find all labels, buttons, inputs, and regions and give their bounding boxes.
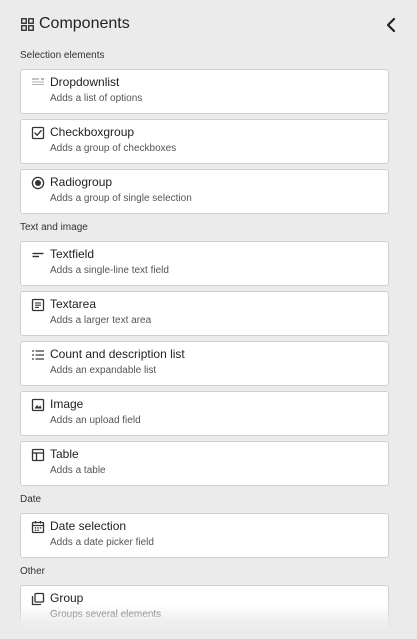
component-description: Adds a table <box>50 465 106 476</box>
dropdown-list-icon <box>31 75 45 89</box>
component-label: Image <box>50 397 84 411</box>
radio-icon <box>31 176 45 190</box>
components-panel: Components Selection elements Dropdownlis… <box>0 0 417 639</box>
component-description: Adds a group of checkboxes <box>50 143 177 154</box>
component-label: Textarea <box>50 297 97 311</box>
component-card-image[interactable]: Image Adds an upload field <box>20 391 389 436</box>
textarea-icon <box>31 298 45 312</box>
component-label: Group <box>50 591 84 605</box>
component-card-textarea[interactable]: Textarea Adds a larger text area <box>20 291 389 336</box>
component-card-radiogroup[interactable]: Radiogroup Adds a group of single selecti… <box>20 169 389 214</box>
component-description: Adds an upload field <box>50 415 141 426</box>
component-card-group[interactable]: Group Groups several elements <box>20 585 389 630</box>
section-title: Selection elements <box>20 50 105 61</box>
component-description: Adds a larger text area <box>50 315 152 326</box>
component-description: Groups several elements <box>50 609 162 620</box>
component-label: Textfield <box>50 247 95 261</box>
component-label: Count and description list <box>50 347 185 361</box>
component-description: Adds a group of single selection <box>50 193 192 204</box>
chevron-left-icon[interactable] <box>380 14 402 36</box>
component-label: Checkboxgroup <box>50 125 135 139</box>
component-card-count-and-description-list[interactable]: Count and description list Adds an expand… <box>20 341 389 386</box>
component-description: Adds a date picker field <box>50 537 154 548</box>
panel-title: Components <box>39 15 130 32</box>
section-title: Other <box>20 566 46 577</box>
component-label: Dropdownlist <box>50 75 120 89</box>
table-icon <box>31 448 45 462</box>
grid-icon <box>21 18 34 31</box>
component-list: Selection elements Dropdownlist Adds a lis… <box>20 48 389 630</box>
list-icon <box>31 348 45 362</box>
section-title: Date <box>20 494 42 505</box>
component-card-date-selection[interactable]: Date selection Adds a date picker field <box>20 513 389 558</box>
textfield-icon <box>31 248 45 262</box>
component-card-table[interactable]: Table Adds a table <box>20 441 389 486</box>
checkbox-icon <box>31 126 45 140</box>
component-description: Adds a list of options <box>50 93 143 104</box>
component-description: Adds an expandable list <box>50 365 157 376</box>
component-label: Date selection <box>50 519 127 533</box>
image-icon <box>31 398 45 412</box>
component-label: Radiogroup <box>50 175 113 189</box>
component-card-dropdownlist[interactable]: Dropdownlist Adds a list of options <box>20 69 389 114</box>
group-icon <box>31 592 45 606</box>
component-card-textfield[interactable]: Textfield Adds a single-line text field <box>20 241 389 286</box>
panel-header: Components <box>0 0 417 48</box>
calendar-icon <box>31 520 45 534</box>
section-title: Text and image <box>20 222 88 233</box>
component-label: Table <box>50 447 79 461</box>
component-card-checkboxgroup[interactable]: Checkboxgroup Adds a group of checkboxes <box>20 119 389 164</box>
component-description: Adds a single-line text field <box>50 265 169 276</box>
